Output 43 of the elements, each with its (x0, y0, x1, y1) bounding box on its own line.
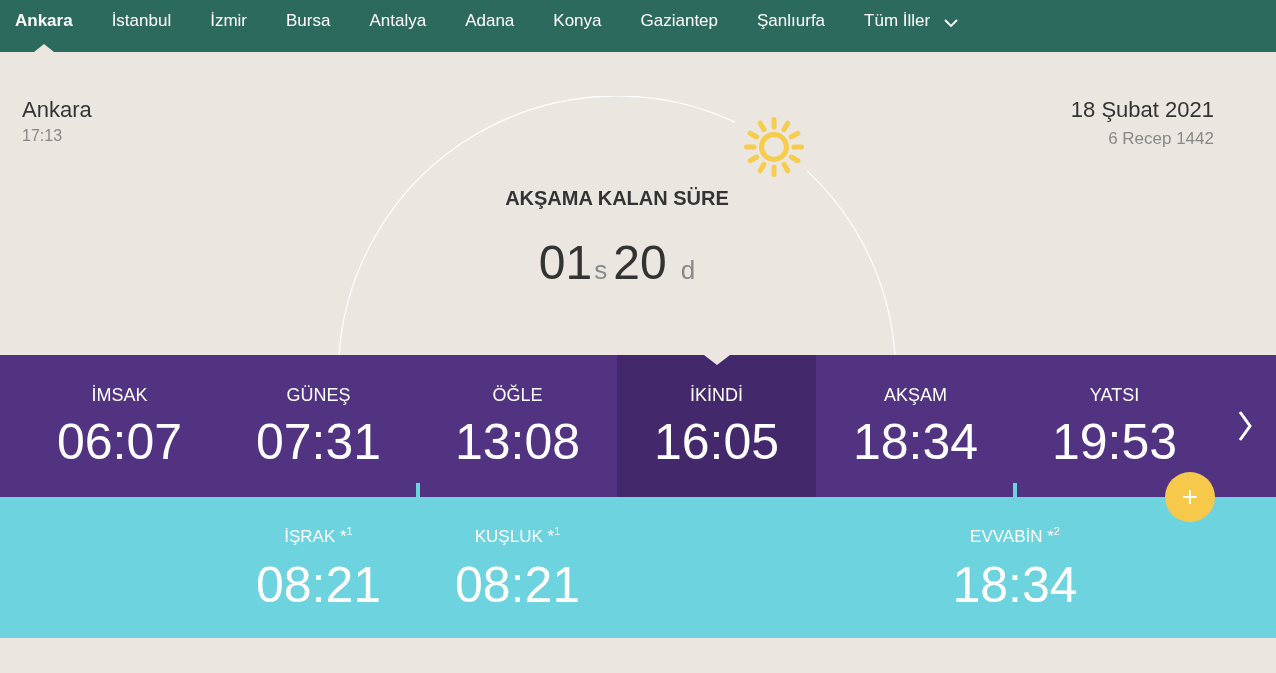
city-tab[interactable]: Antalya (369, 0, 427, 52)
city-tab[interactable]: Bursa (286, 0, 331, 52)
city-tab[interactable]: İzmir (210, 0, 247, 52)
city-tab[interactable]: Ankara (15, 0, 73, 52)
prayer-time: 16:05 (653, 414, 780, 470)
prayer-time: 18:34 (852, 414, 979, 470)
gregorian-date: 18 Şubat 2021 (1070, 97, 1214, 123)
extra-time: 08:21 (255, 557, 382, 613)
prayer-name: AKŞAM (884, 385, 947, 405)
city-name: Ankara (22, 97, 92, 123)
extra-time: 08:21 (454, 557, 581, 613)
chevron-right-icon (1238, 410, 1252, 442)
pointer-icon (703, 355, 730, 365)
prayer-time: 19:53 (1051, 414, 1178, 470)
hijri-date: 6 Recep 1442 (1108, 129, 1214, 149)
extra-time-name: İŞRAK *$^{1}$ (284, 527, 353, 546)
extra-time-name: KUŞLUK *$^{1}$ (474, 527, 561, 546)
prayer-time: 06:07 (56, 414, 183, 470)
prayer-time: 07:31 (255, 414, 382, 470)
city-tab[interactable]: Gaziantep (640, 0, 718, 52)
countdown-minutes: 20 (613, 235, 667, 291)
prayer-name: YATSI (1089, 385, 1140, 405)
all-cities-dropdown[interactable]: Tüm İller (864, 0, 959, 52)
prayer-name: İMSAK (91, 385, 148, 405)
countdown-hours: 01 (538, 235, 593, 291)
minutes-unit: d (680, 254, 696, 287)
city-tab[interactable]: Adana (465, 0, 515, 52)
hours-unit: s (594, 254, 608, 287)
current-time: 17:13 (22, 126, 63, 146)
sun-icon (742, 115, 806, 179)
prayer-name: İKİNDİ (690, 385, 743, 405)
extra-time-name: EVVABİN *$^{2}$ (970, 527, 1060, 546)
countdown-title: AKŞAMA KALAN SÜRE (505, 186, 729, 210)
extra-time: 18:34 (952, 557, 1078, 613)
prayer-time: 13:08 (454, 414, 581, 470)
city-tab[interactable]: Şanlıurfa (757, 0, 826, 52)
next-button[interactable] (1238, 410, 1252, 442)
city-tab[interactable]: Konya (553, 0, 602, 52)
pointer-icon (33, 44, 54, 52)
city-tab[interactable]: İstanbul (111, 0, 172, 52)
prayer-name: GÜNEŞ (286, 385, 351, 405)
chevron-down-icon (944, 19, 959, 27)
prayer-name: ÖĞLE (492, 385, 543, 405)
